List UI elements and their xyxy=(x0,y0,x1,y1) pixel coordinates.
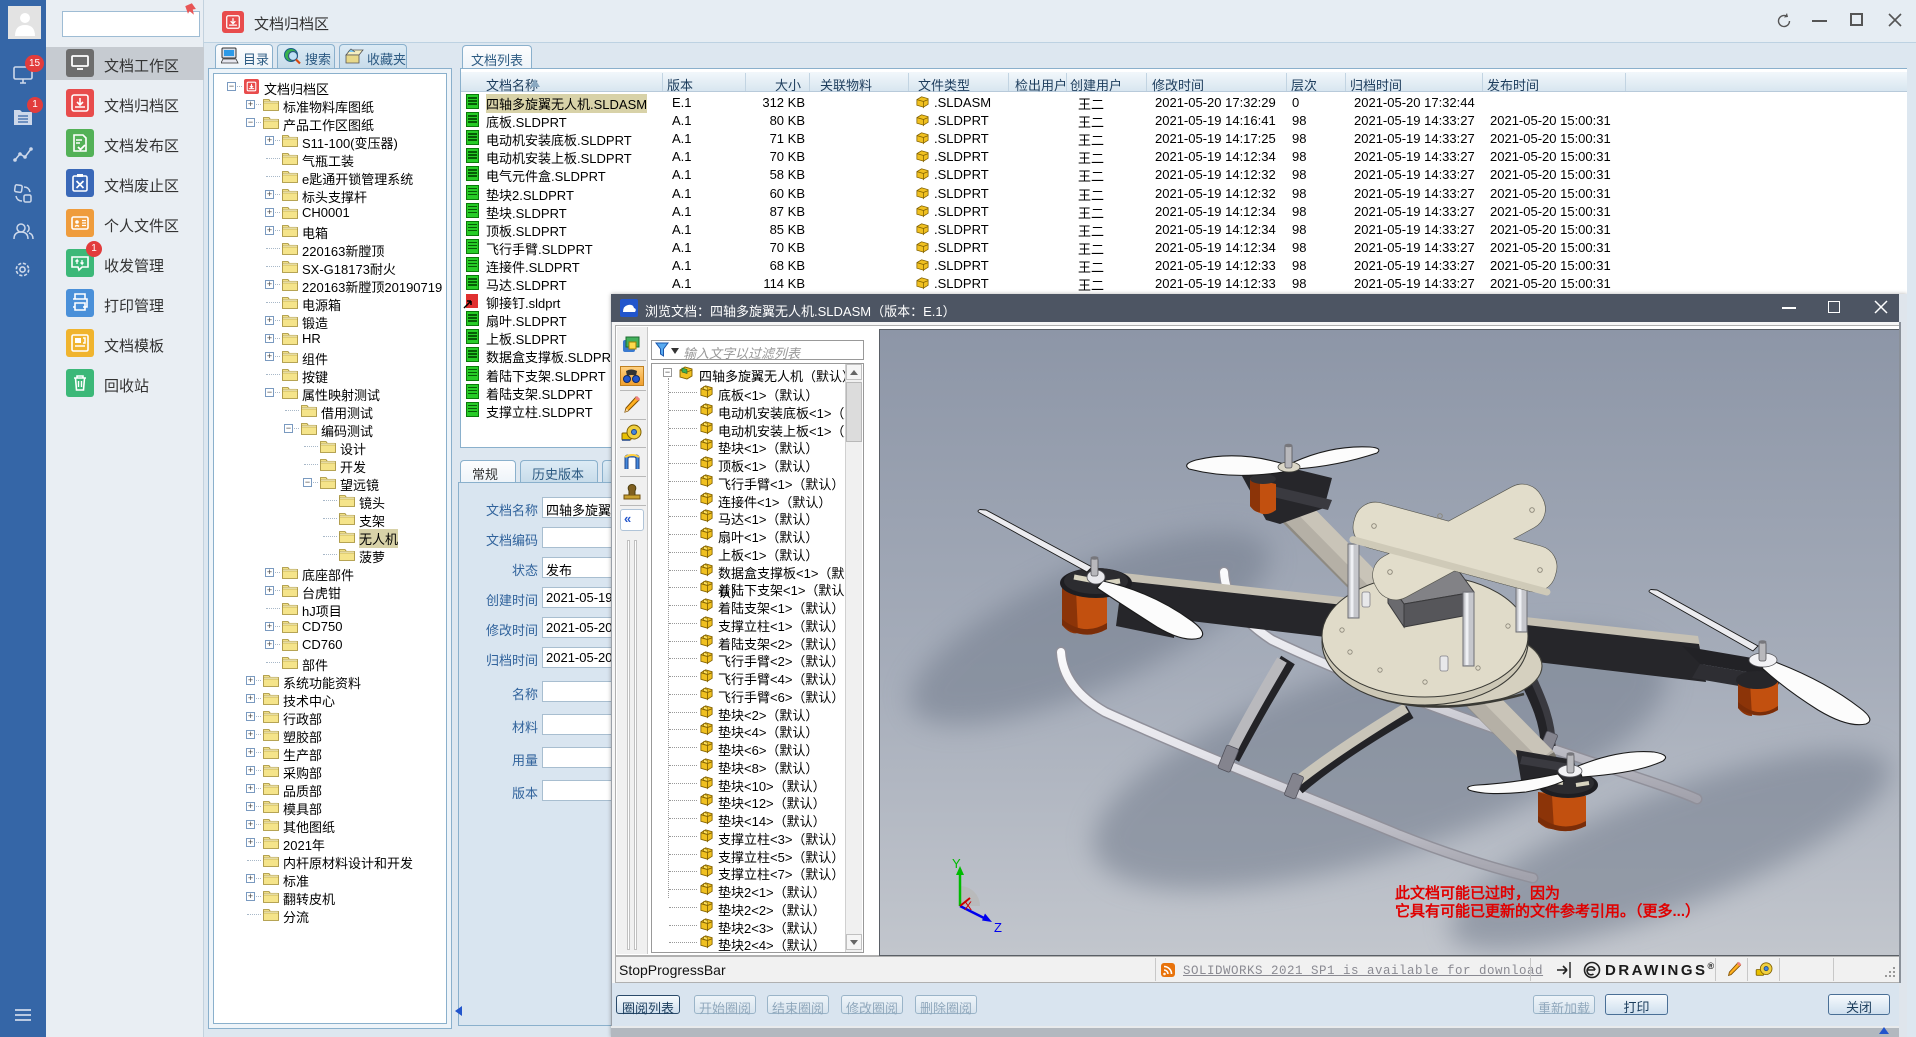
svg-text:Z: Z xyxy=(994,920,1002,935)
svg-text:Y: Y xyxy=(952,856,961,871)
svg-text:X: X xyxy=(964,899,972,913)
